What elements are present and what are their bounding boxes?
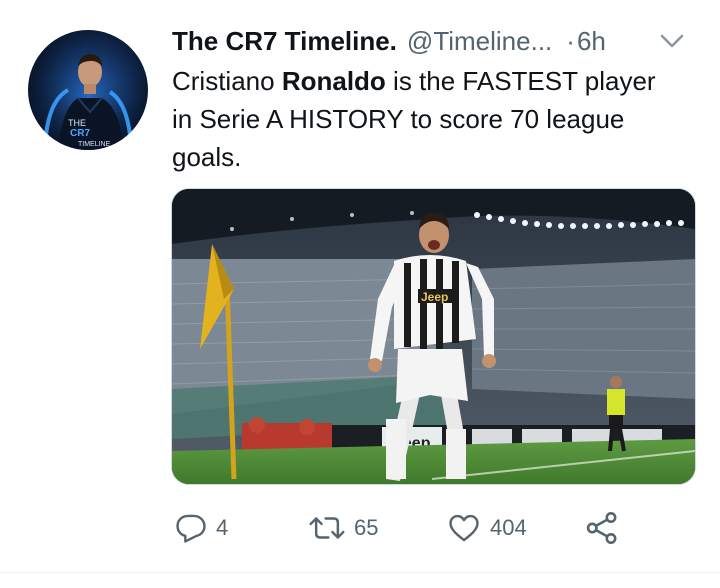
tweet[interactable]: THE CR7 TIMELINE The CR7 Timeline. @Time… — [0, 0, 720, 588]
avatar-image: THE CR7 TIMELINE — [28, 30, 148, 150]
avatar-text-the: THE — [68, 118, 86, 128]
tweet-text: Cristiano Ronaldo is the FASTEST player … — [172, 62, 682, 176]
tweet-text-part1: Cristiano — [172, 66, 282, 96]
share-button[interactable] — [584, 508, 620, 548]
avatar-text-cr7: CR7 — [70, 128, 90, 139]
media-photo: Jeep Jeep — [172, 189, 695, 484]
avatar-text-timeline: TIMELINE — [78, 141, 111, 148]
user-handle[interactable]: @Timeline... — [407, 26, 552, 57]
timestamp[interactable]: 6h — [577, 26, 606, 57]
reply-button[interactable]: 4 — [174, 508, 228, 548]
reply-count: 4 — [216, 515, 229, 540]
tweet-actions: 4 65 404 — [0, 500, 720, 560]
display-name[interactable]: The CR7 Timeline. — [172, 26, 397, 57]
tweet-text-bold: Ronaldo — [281, 66, 386, 96]
tweet-header: The CR7 Timeline. @Timeline... · 6h — [172, 26, 692, 60]
divider — [0, 572, 720, 573]
retweet-count: 65 — [354, 515, 379, 540]
reply-icon — [176, 514, 206, 543]
shirt-sponsor-text: Jeep — [421, 290, 448, 304]
separator-dot: · — [566, 26, 575, 56]
retweet-button[interactable]: 65 — [308, 508, 378, 548]
chevron-down-icon — [660, 34, 684, 48]
more-options-button[interactable] — [657, 28, 687, 54]
tweet-media[interactable]: Jeep Jeep — [171, 188, 696, 485]
avatar[interactable]: THE CR7 TIMELINE — [28, 30, 148, 150]
heart-icon — [449, 514, 479, 542]
share-icon — [586, 512, 617, 544]
like-count: 404 — [490, 515, 527, 540]
like-button[interactable]: 404 — [446, 508, 527, 548]
retweet-icon — [309, 517, 345, 539]
